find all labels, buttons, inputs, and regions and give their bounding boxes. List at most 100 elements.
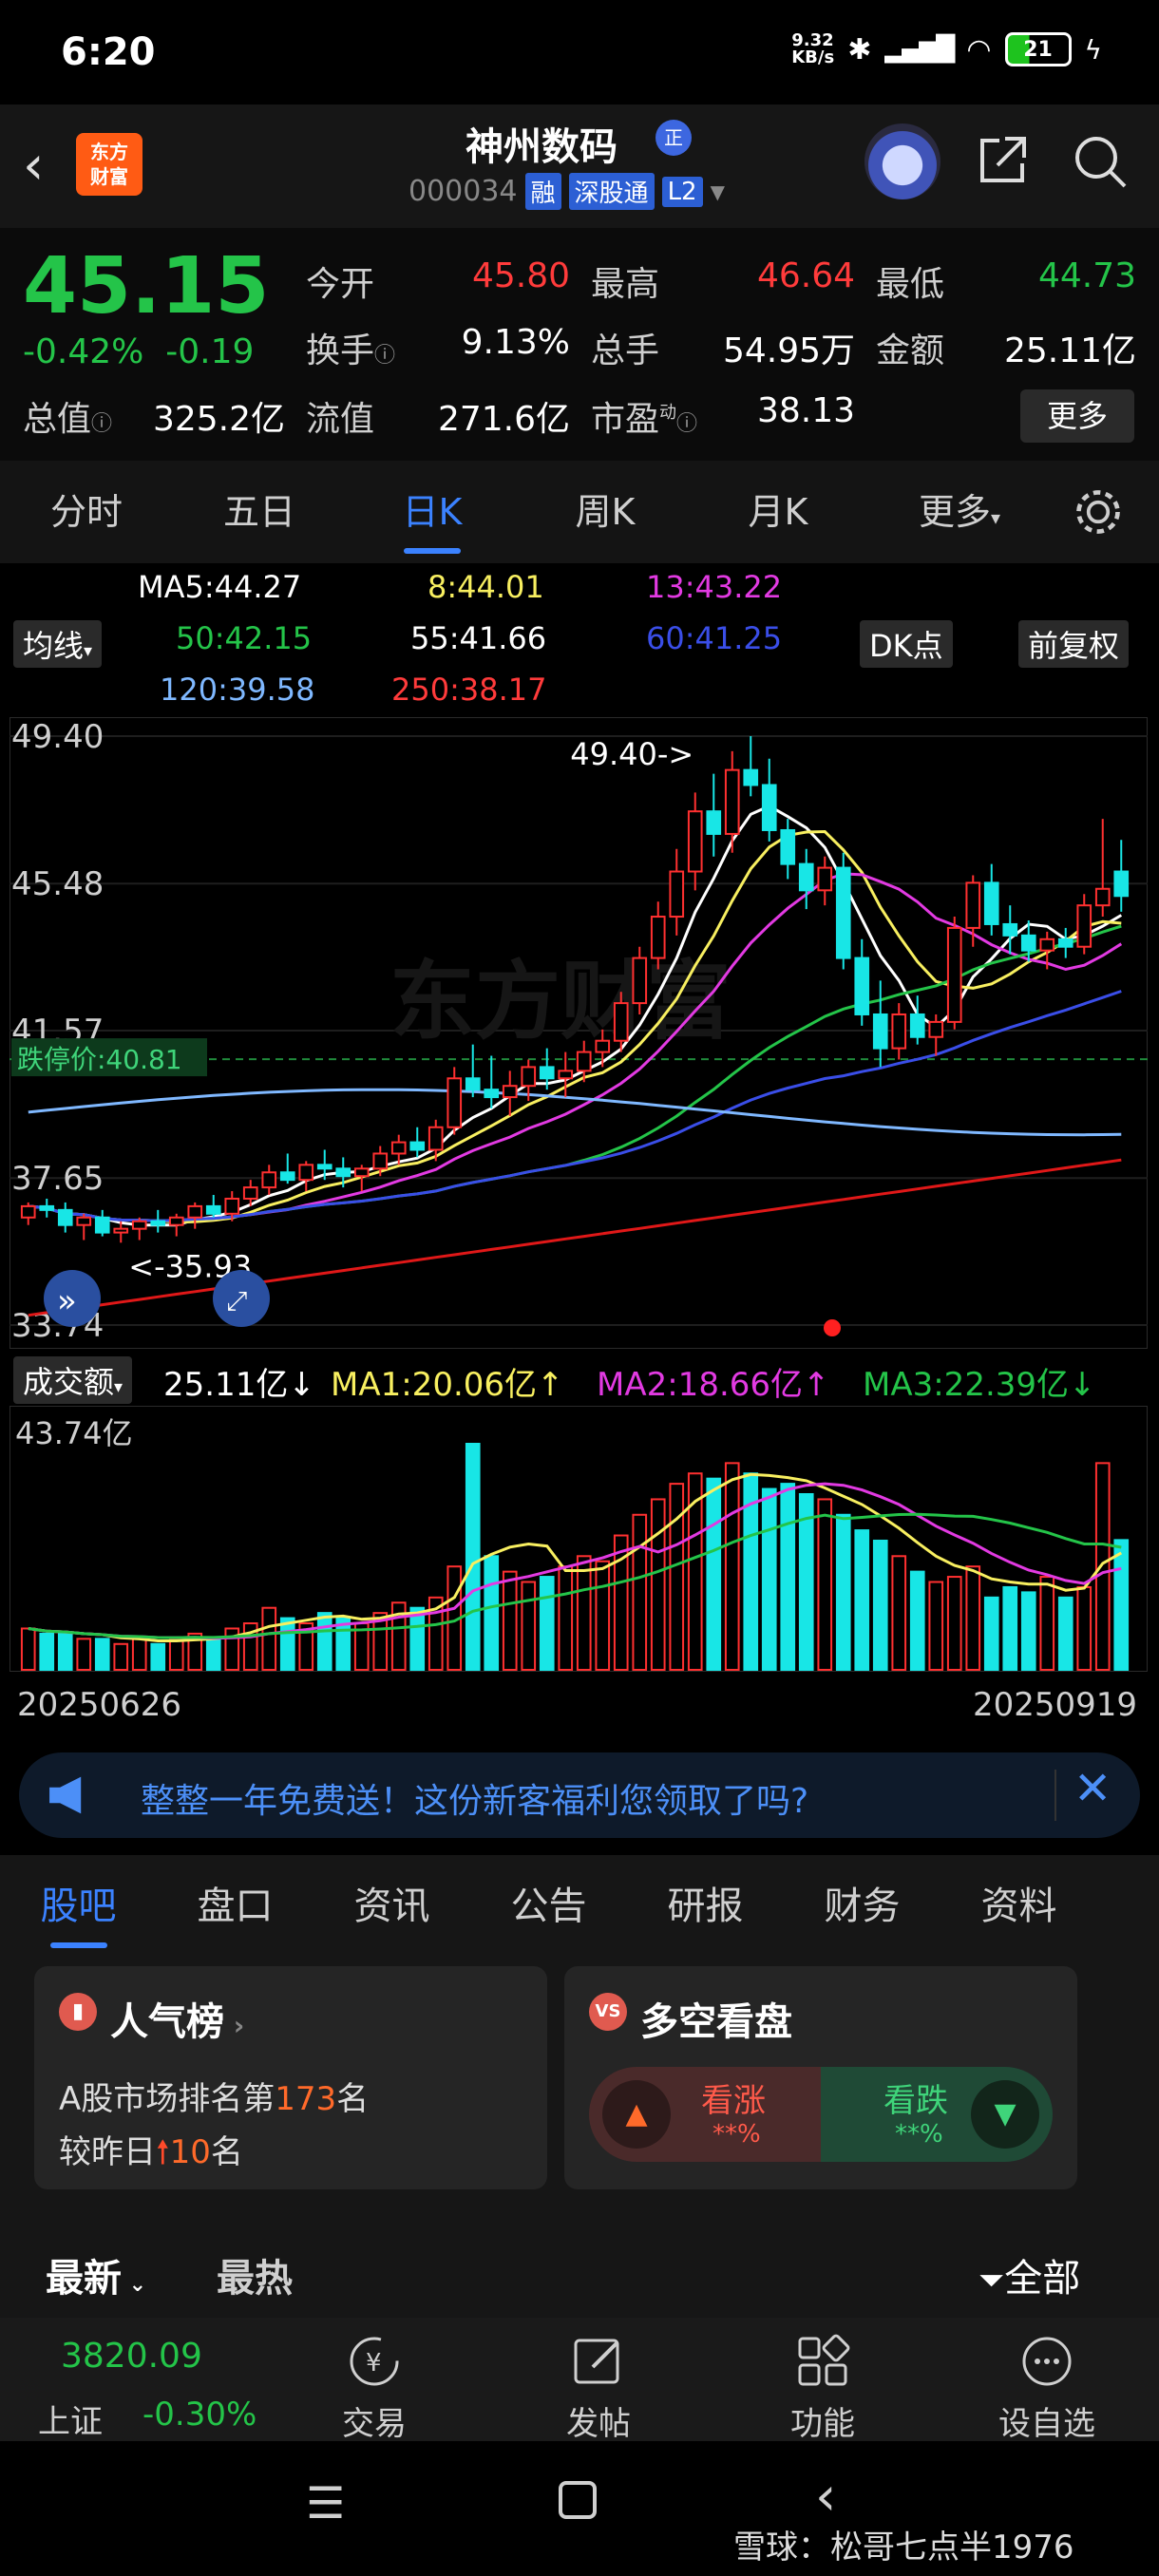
function-label[interactable]: 功能 (785, 2397, 861, 2444)
candle-body (576, 1051, 592, 1072)
mktcap-label: 总值ⓘ (23, 400, 113, 439)
stock-code-row[interactable]: 000034 融 深股通 L2 ▼ (408, 173, 725, 210)
filter-button[interactable]: ⏷全部 (978, 2247, 1080, 2302)
index-value[interactable]: 3820.09 (61, 2337, 202, 2376)
connect-tag: 深股通 (568, 173, 655, 210)
candle-body (613, 1002, 629, 1042)
event-dot-icon[interactable] (824, 1319, 841, 1336)
app-logo: 东方 财富 (76, 133, 142, 196)
badge-icon: 正 (656, 120, 692, 156)
candle-body (168, 1216, 184, 1226)
candle-body (316, 1164, 332, 1170)
tab-orderbook[interactable]: 盘口 (157, 1855, 314, 1958)
watchlist-label[interactable]: 设自选 (990, 2397, 1104, 2444)
candle-body (1002, 922, 1018, 937)
menu-icon[interactable]: ☰ (306, 2477, 345, 2529)
candle-body (687, 810, 703, 873)
share-icon[interactable] (975, 131, 1032, 188)
stock-code: 000034 (408, 175, 518, 208)
candlestick-chart[interactable]: 49.4045.4841.5737.6533.74跌停价:40.81 东方财富 … (10, 717, 1148, 1349)
candle-body (798, 862, 814, 892)
back-nav-icon[interactable]: ‹ (815, 2466, 836, 2528)
candle-body (965, 881, 981, 929)
tab-daily-k[interactable]: 日K (346, 461, 519, 563)
settings-gear-icon[interactable] (1072, 485, 1125, 539)
volume-bar (1113, 1539, 1130, 1671)
trade-label[interactable]: 交易 (336, 2397, 412, 2444)
promo-banner[interactable]: 整整一年免费送！这份新客福利您领取了吗? ✕ (19, 1752, 1140, 1838)
popularity-card[interactable]: ▮ 人气榜 › A股市场排名第173名 较昨日🠕10名 (34, 1966, 547, 2189)
info-tabs: 股吧 盘口 资讯 公告 研报 财务 资料 (0, 1855, 1159, 1958)
tab-more[interactable]: 更多▾ (864, 461, 1054, 563)
margin-tag: 融 (524, 173, 561, 210)
tab-five-day[interactable]: 五日 (173, 461, 346, 563)
tab-intraday[interactable]: 分时 (0, 461, 173, 563)
candle-body (558, 1070, 574, 1080)
volume-bar (595, 1560, 611, 1672)
close-icon[interactable]: ✕ (1074, 1762, 1112, 1815)
volume-header: 成交额▾ 25.11亿↓ MA1:20.06亿↑ MA2:18.66亿↑ MA3… (0, 1349, 1159, 1406)
volume-bar (76, 1638, 92, 1671)
search-icon[interactable] (1072, 133, 1129, 190)
candle-body (113, 1227, 129, 1234)
candle-body (1057, 938, 1074, 948)
volume-bar (669, 1483, 685, 1672)
popularity-title: 人气榜 › (110, 2000, 245, 2044)
tab-news[interactable]: 资讯 (314, 1855, 470, 1958)
tab-research[interactable]: 研报 (627, 1855, 784, 1958)
adjust-button[interactable]: 前复权 (1018, 620, 1130, 668)
versus-icon: VS (589, 1993, 627, 2031)
pe-value: 38.13 (756, 391, 855, 430)
footer-watermark: 雪球：松哥七点半1976 (733, 2529, 1074, 2567)
bottom-nav: 3820.09 上证 -0.30% ¥ 交易 发帖 功能 设自选 (0, 2318, 1159, 2444)
change-pct: -0.42% (23, 332, 144, 371)
tab-announcements[interactable]: 公告 (470, 1855, 627, 1958)
volume-bar (521, 1581, 537, 1671)
double-chevron-icon: » (57, 1282, 77, 1320)
volume-bar (39, 1632, 55, 1672)
candle-body (76, 1216, 92, 1226)
tab-monthly-k[interactable]: 月K (692, 461, 864, 563)
vol-ma1: MA1:20.06亿↑ (331, 1366, 564, 1404)
candle-body (335, 1167, 352, 1178)
assistant-robot-icon[interactable] (864, 123, 940, 199)
index-change: -0.30% (142, 2396, 257, 2434)
more-button[interactable]: 更多 (1020, 389, 1134, 443)
ma-selector[interactable]: 均线▾ (13, 620, 103, 668)
float-value: 271.6亿 (437, 400, 570, 439)
trade-icon[interactable]: ¥ (346, 2333, 403, 2390)
candle-body (242, 1186, 258, 1200)
volume-chart[interactable]: 43.74亿 (10, 1406, 1148, 1672)
candle-body (298, 1164, 314, 1182)
volume-selector[interactable]: 成交额▾ (13, 1356, 133, 1404)
open-value: 45.80 (471, 256, 570, 295)
sort-latest[interactable]: 最新 ⌄ (46, 2247, 146, 2302)
sort-hot[interactable]: 最热 (217, 2247, 293, 2302)
bull-button[interactable]: ▲ 看涨 **% (589, 2067, 821, 2162)
volume-bar (946, 1576, 962, 1672)
post-label[interactable]: 发帖 (560, 2397, 636, 2444)
sentiment-card: VS 多空看盘 ▲ 看涨 **% 看跌 **% ▼ (564, 1966, 1077, 2189)
candle-body (150, 1220, 166, 1226)
volume-bar (965, 1565, 981, 1671)
stock-title[interactable]: 神州数码 (466, 116, 618, 171)
bear-button[interactable]: 看跌 **% ▼ (821, 2067, 1053, 2162)
candle-body (20, 1204, 36, 1219)
dk-point-button[interactable]: DK点 (860, 620, 953, 668)
candle-body (521, 1066, 537, 1088)
more-dots-icon[interactable] (1018, 2333, 1075, 2390)
tab-guba[interactable]: 股吧 (0, 1855, 157, 1958)
net-speed: 9.32 KB/s (791, 30, 835, 67)
home-icon[interactable] (559, 2481, 597, 2519)
tab-profile[interactable]: 资料 (940, 1855, 1097, 1958)
rank-change-text: 较昨日🠕10名 (59, 2133, 243, 2171)
change-abs: -0.19 (165, 332, 255, 371)
volume-bar (502, 1570, 518, 1671)
tab-weekly-k[interactable]: 周K (519, 461, 692, 563)
ma5-label: MA5:44.27 (138, 569, 302, 605)
post-edit-icon[interactable] (570, 2333, 627, 2390)
wifi-icon: ◠ (966, 32, 992, 66)
back-button[interactable]: ‹ (23, 140, 44, 193)
tab-financials[interactable]: 财务 (784, 1855, 940, 1958)
function-grid-icon[interactable] (794, 2333, 851, 2390)
